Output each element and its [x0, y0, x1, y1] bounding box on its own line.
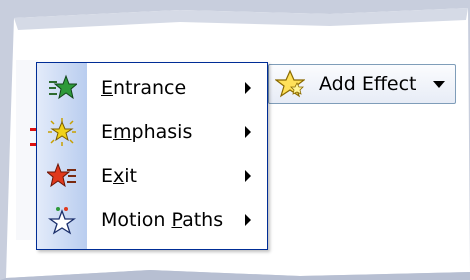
- star-effect-icon: [275, 69, 305, 98]
- emphasis-star-icon: [48, 118, 76, 146]
- menu-item-exit[interactable]: Exit: [37, 154, 267, 198]
- menu-item-label: Motion Paths: [101, 209, 224, 231]
- motion-path-star-icon: [47, 207, 77, 235]
- submenu-arrow-icon: [245, 214, 251, 226]
- dropdown-arrow-icon[interactable]: [433, 80, 445, 88]
- entrance-star-icon: [49, 74, 77, 100]
- exit-star-icon: [47, 162, 76, 188]
- menu-item-motion-paths[interactable]: Motion Paths: [37, 198, 267, 242]
- task-pane-background: [16, 60, 38, 240]
- submenu-arrow-icon: [245, 82, 251, 94]
- submenu-arrow-icon: [245, 126, 251, 138]
- add-effect-button[interactable]: Add Effect: [268, 64, 456, 104]
- submenu-arrow-icon: [245, 170, 251, 182]
- menu-item-entrance[interactable]: Entrance: [37, 66, 267, 110]
- menu-item-label: Emphasis: [101, 121, 193, 143]
- menu-item-emphasis[interactable]: Emphasis: [37, 110, 267, 154]
- menu-item-label: Exit: [101, 165, 137, 187]
- add-effect-menu: Entrance Emphasis Exit Motion Paths: [36, 62, 268, 250]
- menu-item-label: Entrance: [101, 77, 187, 99]
- add-effect-label: Add Effect: [319, 73, 417, 95]
